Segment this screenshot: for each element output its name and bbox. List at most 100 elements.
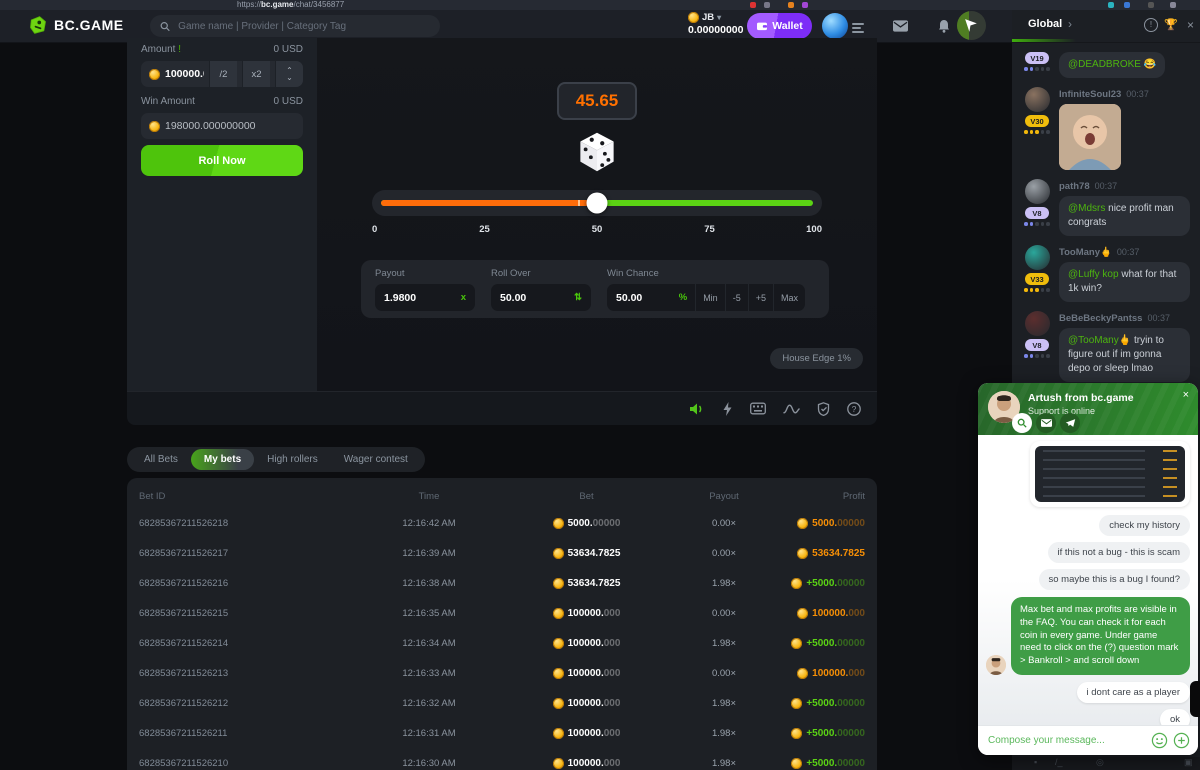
tab-all-bets[interactable]: All Bets <box>131 449 191 470</box>
user-avatar[interactable] <box>1025 179 1050 204</box>
username[interactable]: TooMany🖕 <box>1059 247 1112 258</box>
double-bet-button[interactable]: x2 <box>242 61 270 87</box>
bet-amount: 100000.000 <box>504 728 669 739</box>
payout-field[interactable]: 1.9800 x <box>375 284 475 311</box>
username[interactable]: InfiniteSoul23 <box>1059 89 1121 100</box>
slider-handle[interactable] <box>587 193 608 214</box>
image-icon[interactable]: ▣ <box>1184 757 1193 768</box>
rules-icon[interactable]: ◎ <box>1096 757 1104 768</box>
user-avatar[interactable] <box>1025 87 1050 112</box>
half-bet-button[interactable]: /2 <box>209 61 237 87</box>
swap-icon[interactable]: ⇅ <box>574 292 582 303</box>
chat-close-icon[interactable]: × <box>1187 18 1194 32</box>
username[interactable]: BeBeBeckyPantss <box>1059 313 1142 324</box>
bet-payout: 1.98× <box>669 698 779 709</box>
extension-icon[interactable] <box>764 2 770 8</box>
amount-stepper[interactable]: ⌃ ⌄ <box>275 61 303 87</box>
user-avatar[interactable] <box>822 13 848 39</box>
attachment-card[interactable] <box>1030 441 1190 507</box>
bet-amount: 53634.7825 <box>504 578 669 589</box>
outgoing-message: i dont care as a player <box>1077 682 1190 703</box>
image-message[interactable] <box>1059 104 1121 170</box>
support-telegram-icon[interactable] <box>1060 413 1080 433</box>
username[interactable]: path78 <box>1059 181 1090 192</box>
stats-icon[interactable] <box>783 403 800 415</box>
bet-amount: 100000.000 <box>504 668 669 679</box>
chance-min[interactable]: Min <box>695 284 725 311</box>
winchance-value[interactable]: 50.00 <box>616 292 679 304</box>
chance-max[interactable]: Max <box>773 284 805 311</box>
bet-amount-value[interactable]: 100000.00000000 <box>165 68 204 80</box>
balance-display[interactable]: JB ▾ 0.00000000 <box>688 12 743 36</box>
user-avatar[interactable] <box>1025 245 1050 270</box>
rain-icon[interactable]: ▪ <box>1034 757 1037 767</box>
table-row[interactable]: 68285367211526214 12:16:34 AM 100000.000… <box>139 628 865 658</box>
chat-rules-icon[interactable]: ! <box>1144 18 1158 32</box>
fairness-icon[interactable] <box>817 402 830 416</box>
bet-amount-field[interactable]: 100000.00000000 /2 x2 ⌃ ⌄ <box>141 61 303 87</box>
roll-slider[interactable] <box>372 190 822 216</box>
extension-icon[interactable] <box>1170 2 1176 8</box>
bet-profit: 100000.000 <box>779 668 865 679</box>
menu-list-icon[interactable] <box>852 21 864 35</box>
table-row[interactable]: 68285367211526211 12:16:31 AM 100000.000… <box>139 718 865 748</box>
chance--5[interactable]: -5 <box>725 284 748 311</box>
compose-input[interactable] <box>986 734 1146 747</box>
hotkeys-icon[interactable] <box>750 402 766 415</box>
table-row[interactable]: 68285367211526217 12:16:39 AM 53634.7825… <box>139 538 865 568</box>
win-amount-value: 198000.000000000 <box>165 120 295 132</box>
table-row[interactable]: 68285367211526215 12:16:35 AM 100000.000… <box>139 598 865 628</box>
attach-plus-icon[interactable] <box>1173 732 1190 749</box>
table-row[interactable]: 68285367211526218 12:16:42 AM 5000.00000… <box>139 508 865 538</box>
bet-payout: 0.00× <box>669 518 779 529</box>
turbo-icon[interactable] <box>722 402 733 416</box>
payout-value[interactable]: 1.9800 <box>384 292 461 304</box>
outgoing-message: so maybe this is a bug I found? <box>1039 569 1191 590</box>
support-search-icon[interactable] <box>1012 413 1032 433</box>
bcgame-logo[interactable]: BC.GAME <box>28 15 124 35</box>
slash-icon[interactable]: /_ <box>1055 757 1063 767</box>
help-icon[interactable]: ? <box>847 402 861 416</box>
support-mail-icon[interactable] <box>1036 413 1056 433</box>
extension-icon[interactable] <box>750 2 756 8</box>
bet-id: 68285367211526210 <box>139 758 354 769</box>
collapsed-widget-handle[interactable] <box>1190 681 1200 717</box>
user-avatar[interactable] <box>1025 311 1050 336</box>
table-row[interactable]: 68285367211526210 12:16:30 AM 100000.000… <box>139 748 865 770</box>
bell-icon[interactable] <box>938 19 950 33</box>
extension-icon[interactable] <box>1124 2 1130 8</box>
rollover-field[interactable]: 50.00 ⇅ <box>491 284 591 311</box>
tab-high-rollers[interactable]: High rollers <box>254 449 331 470</box>
support-close-icon[interactable]: × <box>1183 389 1189 401</box>
extension-icon[interactable] <box>1108 2 1114 8</box>
mail-icon[interactable] <box>893 20 908 32</box>
chance-+5[interactable]: +5 <box>748 284 773 311</box>
trophy-icon[interactable]: 🏆 <box>1164 18 1178 31</box>
tab-wager-contest[interactable]: Wager contest <box>331 449 421 470</box>
step-down-icon[interactable]: ⌄ <box>286 75 293 81</box>
chevron-right-icon[interactable]: › <box>1068 17 1072 31</box>
table-row[interactable]: 68285367211526216 12:16:38 AM 53634.7825… <box>139 568 865 598</box>
sound-icon[interactable] <box>689 402 705 416</box>
table-row[interactable]: 68285367211526213 12:16:33 AM 100000.000… <box>139 658 865 688</box>
vip-level-badge: V8 <box>1025 339 1049 351</box>
extension-icon[interactable] <box>1148 2 1154 8</box>
table-row[interactable]: 68285367211526212 12:16:32 AM 100000.000… <box>139 688 865 718</box>
game-search[interactable] <box>150 15 440 37</box>
extension-icon[interactable] <box>802 2 808 8</box>
rollover-value[interactable]: 50.00 <box>500 292 574 304</box>
search-input[interactable] <box>176 20 430 33</box>
chat-toggle-icon[interactable] <box>957 11 986 40</box>
emoji-icon[interactable] <box>1151 732 1168 749</box>
active-tab-underline <box>1012 39 1076 42</box>
wallet-button[interactable]: Wallet <box>747 13 812 39</box>
winchance-field[interactable]: 50.00 % Min-5+5Max <box>607 284 805 311</box>
chat-tab-global[interactable]: Global <box>1028 18 1062 30</box>
roll-now-button[interactable]: Roll Now <box>141 145 303 176</box>
extension-icon[interactable] <box>788 2 794 8</box>
wallet-icon <box>756 21 768 31</box>
mention: @DEADBROKE <box>1068 59 1141 70</box>
url-bar[interactable]: https://bc.game/chat/3456877 <box>237 0 344 9</box>
tab-my-bets[interactable]: My bets <box>191 449 254 470</box>
col-bet: Bet <box>504 491 669 502</box>
